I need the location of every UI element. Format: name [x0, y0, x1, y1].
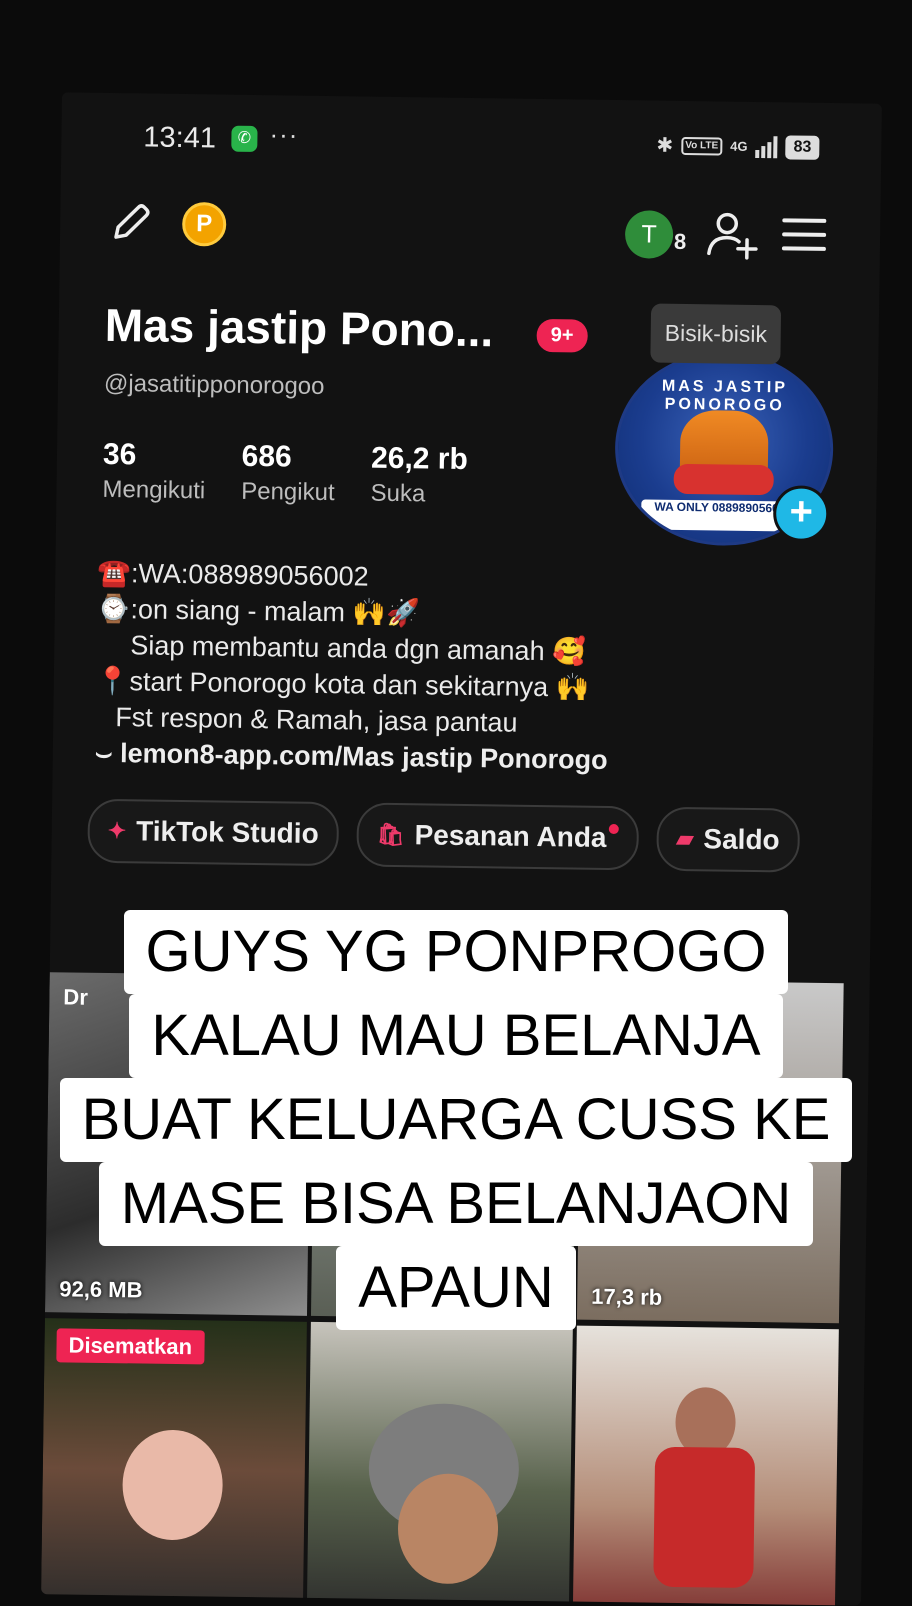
more-notifications-icon: ··· [269, 119, 299, 150]
battery-indicator: 83 [785, 134, 820, 160]
tiktok-studio-label: TikTok Studio [135, 815, 319, 849]
link-icon: ⌣ [94, 737, 113, 769]
bio-link-text: lemon8-app.com/Mas jastip Ponorogo [119, 738, 608, 775]
red-shirt-photo [653, 1446, 756, 1589]
bio-link[interactable]: ⌣ lemon8-app.com/Mas jastip Ponorogo [95, 735, 608, 778]
caption-line: MASE BISA BELANJAON [98, 1162, 814, 1246]
add-user-icon[interactable] [705, 209, 762, 262]
orders-label: Pesanan Anda [414, 819, 607, 853]
bluetooth-icon: ✱ [656, 134, 674, 157]
status-icons: ✱ Vo LTE 4G 83 [656, 133, 820, 160]
video-thumbnail-pinned[interactable]: Disematkan [41, 1318, 307, 1606]
profile-topbar: P T 8 [60, 192, 881, 263]
video-caption-overlay: GUYS YG PONPROGO KALAU MAU BELANJA BUAT … [0, 910, 912, 1330]
stat-followers-count: 686 [241, 439, 292, 474]
stat-following-count: 36 [102, 437, 137, 472]
profile-stats: 36 Mengikuti 686 Pengikut 26,2 rb Suka [102, 438, 468, 509]
stat-followers[interactable]: 686 Pengikut [241, 440, 335, 507]
stat-following-label: Mengikuti [102, 475, 206, 505]
tiktok-studio-button[interactable]: ✦ TikTok Studio [87, 798, 340, 867]
coin-icon[interactable]: P [181, 201, 227, 247]
caption-line: KALAU MAU BELANJA [129, 994, 783, 1078]
status-bar: 13:41 ✆ ··· ✱ Vo LTE 4G 83 [61, 119, 881, 171]
network-label: 4G [730, 138, 748, 154]
shopping-bag-icon: 🛍 [376, 821, 405, 848]
person-photo [121, 1429, 224, 1541]
caption-line: APAUN [336, 1246, 576, 1330]
whatsapp-icon: ✆ [231, 125, 258, 153]
orders-button[interactable]: 🛍 Pesanan Anda [356, 802, 639, 871]
video-thumbnail[interactable] [306, 1321, 573, 1606]
balance-button[interactable]: ▰ Saldo [656, 806, 801, 873]
orders-notification-dot [608, 823, 619, 835]
studio-icon: ✦ [107, 817, 127, 844]
pinned-badge: Disematkan [56, 1328, 205, 1365]
profile-bio: ☎️:WA:088989056002 ⌚:on siang - malam 🙌🚀… [95, 555, 611, 778]
add-photo-icon[interactable]: + [772, 485, 830, 543]
status-time: 13:41 [143, 121, 217, 155]
profile-handle: @jasatitipponorogoo [103, 369, 325, 400]
stat-likes: 26,2 rb Suka [370, 442, 468, 509]
scooter-illustration [673, 463, 774, 496]
caption-line: GUYS YG PONPROGO [123, 910, 789, 994]
menu-icon[interactable] [781, 218, 827, 255]
volte-icon: Vo LTE [681, 136, 723, 155]
stat-likes-label: Suka [370, 479, 426, 508]
action-buttons: ✦ TikTok Studio 🛍 Pesanan Anda ▰ Saldo [87, 798, 801, 873]
balance-label: Saldo [703, 823, 780, 856]
notification-badge[interactable]: 9+ [536, 318, 588, 353]
stat-likes-count: 26,2 rb [370, 441, 469, 476]
video-thumbnail[interactable] [572, 1325, 839, 1606]
stat-following[interactable]: 36 Mengikuti [102, 438, 206, 505]
signal-icon [755, 135, 778, 158]
pencil-icon[interactable] [108, 199, 155, 246]
phone-screen: 13:41 ✆ ··· ✱ Vo LTE 4G 83 P T 8 Mas jas… [41, 92, 882, 1606]
caption-line: BUAT KELUARGA CUSS KE [59, 1078, 853, 1162]
account-avatar[interactable]: T [624, 210, 674, 259]
account-count: 8 [673, 228, 687, 255]
person-photo [397, 1473, 499, 1585]
stat-followers-label: Pengikut [241, 477, 335, 507]
profile-name: Mas jastip Pono... [104, 298, 494, 357]
wallet-icon: ▰ [676, 825, 694, 852]
bisik-bubble[interactable]: Bisik-bisik [650, 303, 782, 365]
